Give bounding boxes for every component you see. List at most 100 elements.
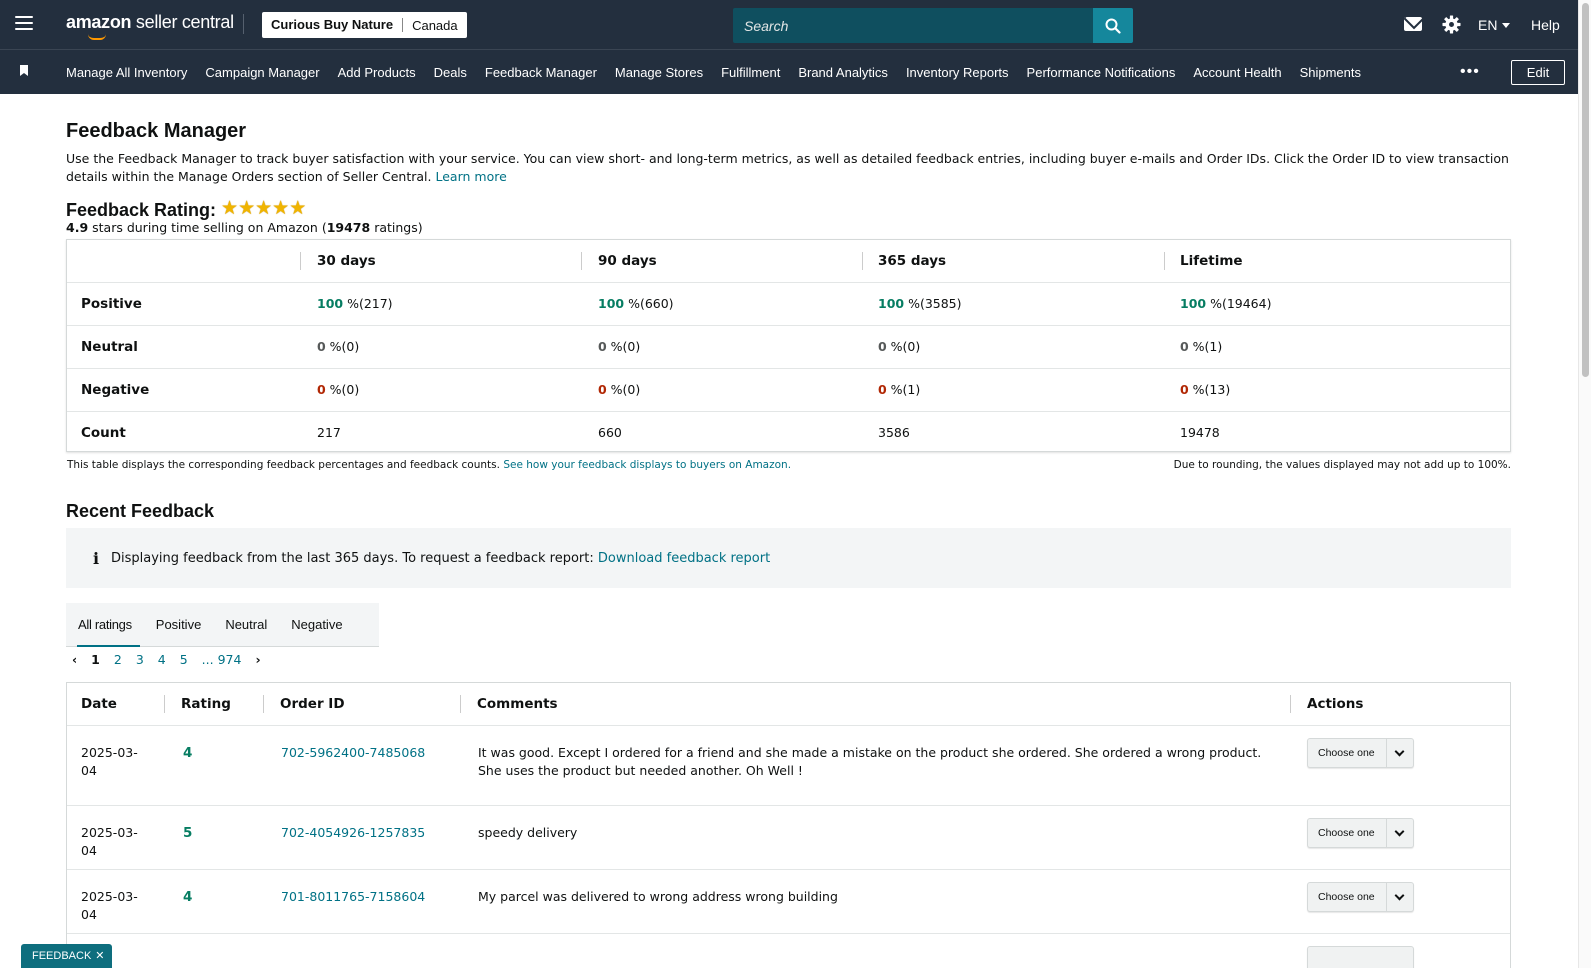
action-dropdown[interactable]: Choose one [1307, 882, 1414, 912]
help-link[interactable]: Help [1531, 17, 1560, 33]
action-dropdown[interactable]: Choose one [1307, 818, 1414, 848]
language-selector[interactable]: EN [1478, 17, 1511, 33]
info-icon: i [93, 548, 100, 568]
recent-feedback-title: Recent Feedback [66, 501, 215, 521]
summary-count: %(19464) [1206, 296, 1272, 311]
star-icon: ★ [221, 198, 239, 219]
language-label: EN [1478, 17, 1498, 33]
action-dropdown-label: Choose one [1318, 891, 1375, 903]
nav-item-fulfillment[interactable]: Fulfillment [721, 65, 780, 80]
page-1[interactable]: 1 [91, 652, 100, 667]
order-id-link[interactable]: 702-5962400-7485068 [281, 744, 425, 762]
page-4[interactable]: 4 [158, 652, 166, 667]
nav-item-manage-all-inventory[interactable]: Manage All Inventory [66, 65, 187, 80]
action-dropdown[interactable] [1307, 946, 1414, 968]
nav-item-shipments[interactable]: Shipments [1300, 65, 1361, 80]
logo-suffix: seller central [135, 12, 234, 32]
col-order-id: Order ID [280, 696, 345, 712]
summary-cell: 217 [317, 412, 341, 454]
menu-icon[interactable] [15, 16, 33, 32]
summary-value: 0 [317, 339, 326, 354]
scrollbar-thumb[interactable] [1582, 3, 1589, 377]
chevron-right-icon[interactable]: › [255, 652, 260, 667]
nav-item-deals[interactable]: Deals [434, 65, 467, 80]
feedback-rating: 4 [183, 889, 193, 905]
nav-item-campaign-manager[interactable]: Campaign Manager [205, 65, 319, 80]
summary-value: 100 [598, 296, 625, 311]
nav-item-feedback-manager[interactable]: Feedback Manager [485, 65, 597, 80]
page-last[interactable]: 974 [218, 652, 242, 667]
header-90-days: 90 days [598, 253, 657, 269]
summary-cell: 0 %(0) [878, 326, 920, 368]
summary-cell: 100 %(19464) [1180, 283, 1271, 325]
learn-more-link[interactable]: Learn more [436, 169, 507, 184]
summary-count: %(217) [343, 296, 393, 311]
nav-item-brand-analytics[interactable]: Brand Analytics [798, 65, 888, 80]
column-divider [460, 695, 461, 713]
store-switcher[interactable]: Curious Buy Nature Canada [262, 12, 467, 38]
summary-value: 0 [878, 339, 887, 354]
search-bar [733, 8, 1133, 43]
summary-value: 19478 [1180, 425, 1220, 440]
nav-item-add-products[interactable]: Add Products [338, 65, 416, 80]
gear-icon[interactable] [1442, 15, 1461, 39]
nav-item-performance-notifications[interactable]: Performance Notifications [1027, 65, 1176, 80]
search-button[interactable] [1093, 8, 1133, 43]
nav-links: Manage All Inventory Campaign Manager Ad… [66, 50, 1379, 95]
feedback-comment: speedy delivery [478, 825, 578, 840]
feedback-date: 2025-03-04 [81, 745, 138, 778]
summary-row-count: Count 217 660 3586 19478 [67, 412, 1510, 455]
chevron-down-icon [1394, 826, 1405, 837]
action-dropdown[interactable]: Choose one [1307, 738, 1414, 768]
rating-text-2: ratings) [370, 220, 423, 235]
download-report-link[interactable]: Download feedback report [598, 551, 770, 566]
feedback-table: Date Rating Order ID Comments Actions 20… [66, 682, 1511, 968]
tab-neutral[interactable]: Neutral [213, 603, 279, 647]
feedback-rating: 4 [183, 745, 193, 761]
info-alert: i Displaying feedback from the last 365 … [66, 528, 1511, 588]
vertical-scrollbar[interactable] [1578, 0, 1591, 968]
page-5[interactable]: 5 [180, 652, 188, 667]
feedback-comment: It was good. Except I ordered for a frie… [478, 745, 1262, 778]
column-divider [862, 252, 863, 270]
bookmark-icon[interactable] [20, 65, 28, 76]
page-ellipsis: ... [201, 652, 214, 667]
table-row: 2025-03-04 4 701-8011765-7158604 My parcel … [67, 870, 1510, 934]
search-input[interactable] [733, 8, 1093, 43]
nav-item-inventory-reports[interactable]: Inventory Reports [906, 65, 1009, 80]
feedback-table-header: Date Rating Order ID Comments Actions [67, 683, 1510, 726]
order-id-link[interactable]: 702-4054926-1257835 [281, 824, 425, 842]
more-icon[interactable]: ••• [1460, 63, 1480, 81]
summary-cell: 19478 [1180, 412, 1220, 454]
nav-item-account-health[interactable]: Account Health [1193, 65, 1281, 80]
close-icon[interactable]: ✕ [95, 950, 104, 962]
seller-central-logo[interactable]: amazon seller central [66, 12, 234, 40]
feedback-widget-button[interactable]: FEEDBACK ✕ [21, 944, 112, 968]
page-3[interactable]: 3 [136, 652, 144, 667]
order-id-link[interactable]: 701-8011765-7158604 [281, 888, 425, 906]
summary-row-label: Positive [81, 296, 142, 312]
chevron-left-icon[interactable]: ‹ [72, 652, 77, 667]
summary-count: %(1) [1188, 339, 1223, 354]
rating-count: 19478 [326, 220, 371, 235]
summary-count: %(0) [606, 339, 641, 354]
col-date: Date [81, 696, 117, 712]
nav-item-manage-stores[interactable]: Manage Stores [615, 65, 703, 80]
column-divider [1164, 252, 1165, 270]
header-lifetime: Lifetime [1180, 253, 1243, 269]
column-divider [164, 695, 165, 713]
feedback-display-link[interactable]: See how your feedback displays to buyers… [503, 459, 791, 471]
summary-row-negative: Negative 0 %(0) 0 %(0) 0 %(1) 0 %(13) [67, 369, 1510, 412]
tab-positive[interactable]: Positive [144, 603, 214, 647]
summary-count: %(660) [624, 296, 674, 311]
header-365-days: 365 days [878, 253, 947, 269]
edit-nav-button[interactable]: Edit [1511, 60, 1565, 85]
mail-icon[interactable] [1404, 17, 1422, 31]
tab-all-ratings[interactable]: All ratings [66, 603, 144, 647]
tab-negative[interactable]: Negative [279, 603, 354, 647]
summary-count: %(0) [886, 339, 921, 354]
feedback-rating-label: Feedback Rating: [66, 200, 217, 220]
footnote-text: This table displays the corresponding fe… [67, 459, 500, 471]
column-divider [581, 252, 582, 270]
page-2[interactable]: 2 [114, 652, 122, 667]
